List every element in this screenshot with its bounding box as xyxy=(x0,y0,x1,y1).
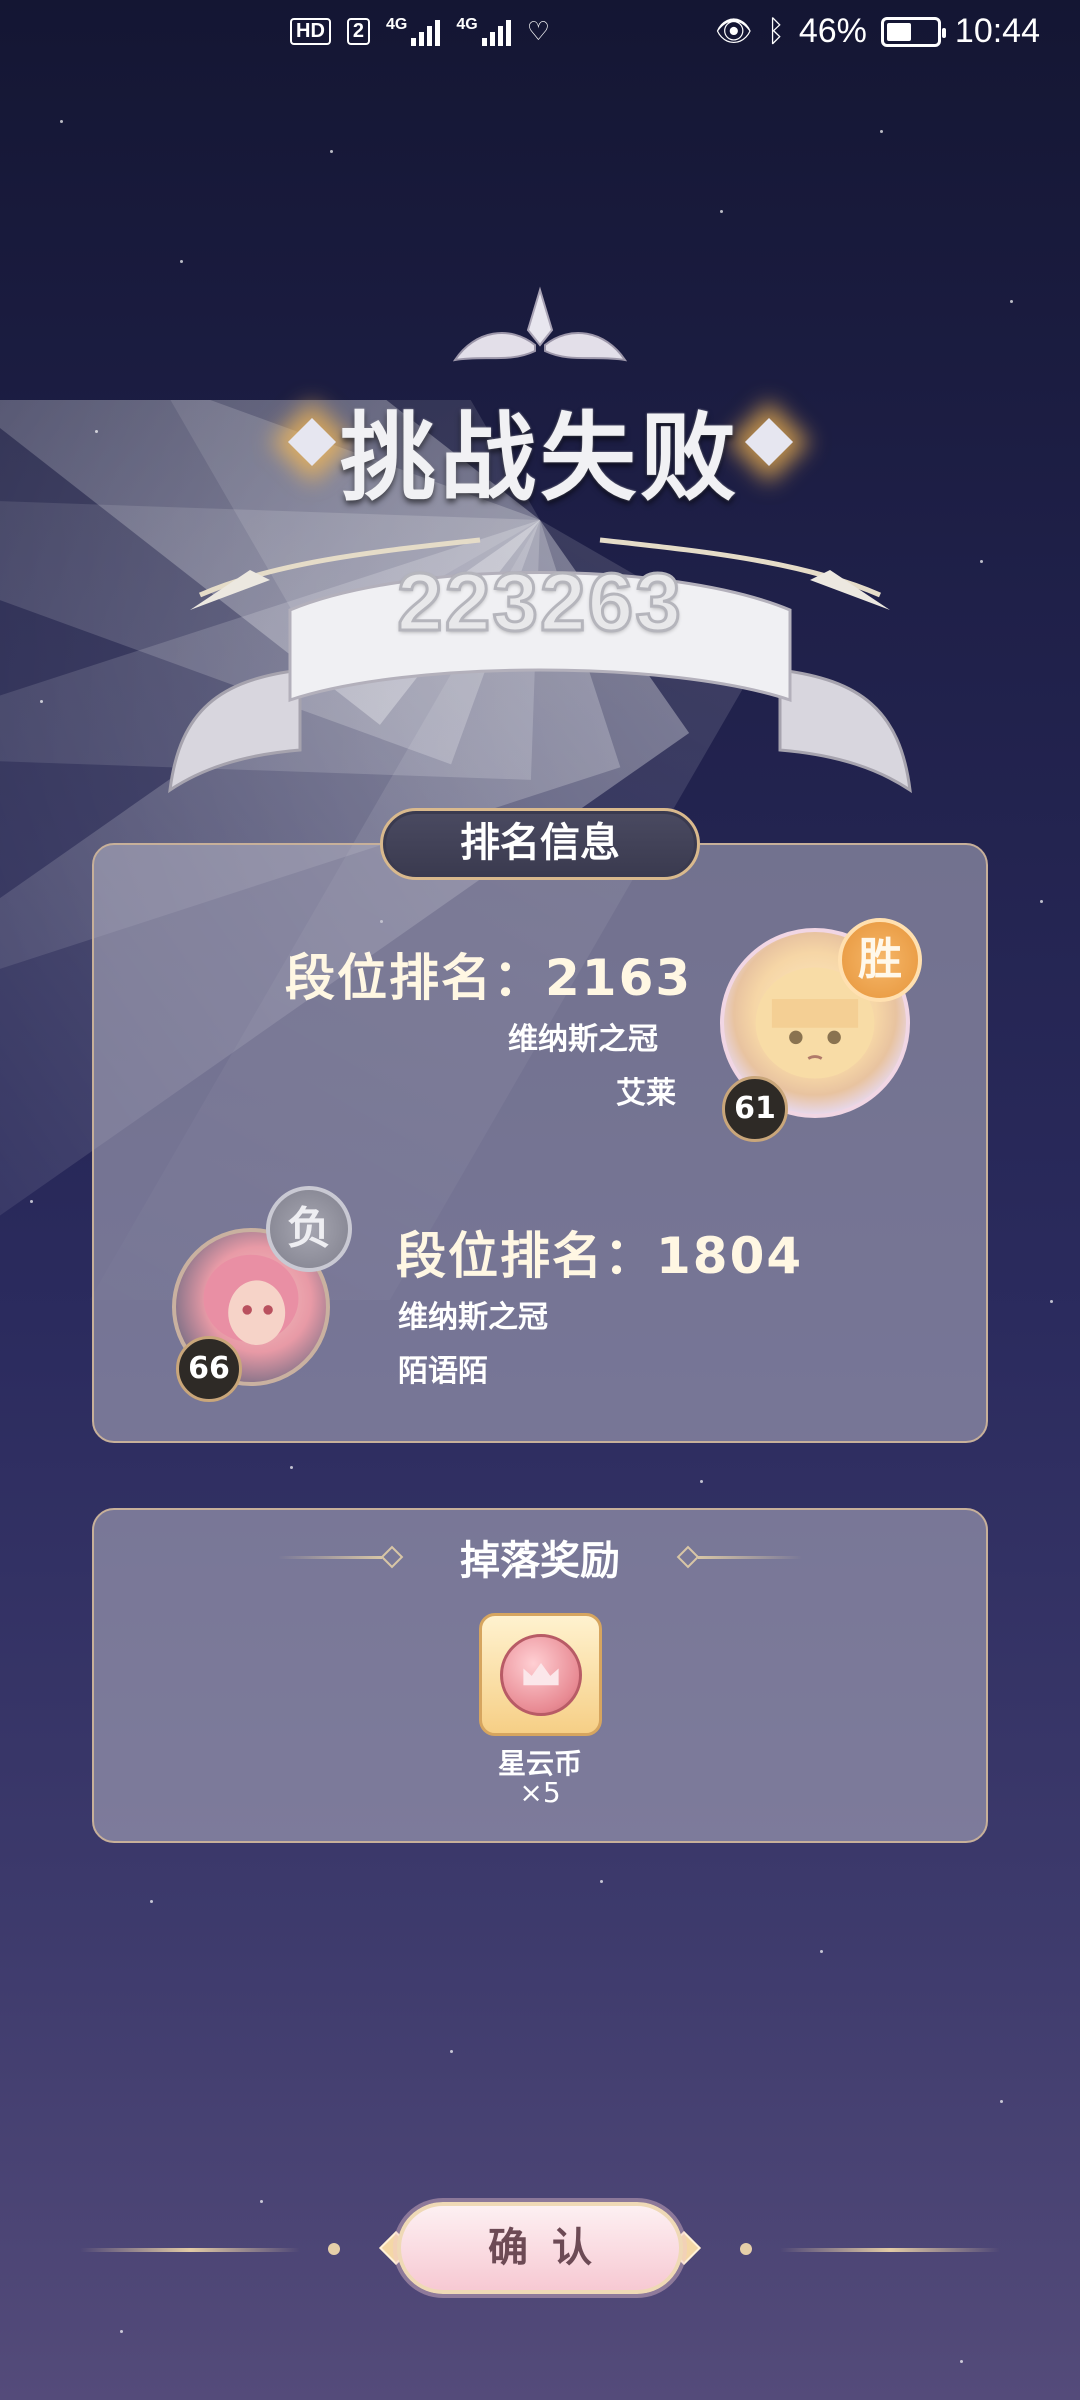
signal-strength-icon xyxy=(411,18,441,46)
signal-strength-icon xyxy=(481,18,511,46)
rank-info-tab: 排名信息 xyxy=(380,808,700,880)
winner-name: 艾莱 xyxy=(616,1076,676,1111)
score-value: 223263 xyxy=(396,556,683,650)
winner-tier: 维纳斯之冠 xyxy=(508,1022,658,1057)
battery-icon xyxy=(880,16,946,47)
status-bar: HD 2 4G 4G ♡ 👁 ᛒ 46% 10:44 xyxy=(0,0,1080,70)
bluetooth-icon: ᛒ xyxy=(766,14,785,48)
reward-item-slot[interactable] xyxy=(479,1613,602,1736)
health-heart-icon: ♡ xyxy=(526,16,551,46)
confirm-left-ornament xyxy=(80,2248,300,2252)
nebula-coin-icon xyxy=(500,1634,582,1716)
challenger-level-badge: 66 xyxy=(176,1336,242,1402)
hd-indicator: HD xyxy=(290,18,331,45)
reward-title: 掉落奖励 xyxy=(460,1538,620,1584)
confirm-right-dot xyxy=(740,2243,752,2255)
winner-rank: 段位排名：2163 xyxy=(285,949,693,1007)
result-title: 挑战失败 xyxy=(340,402,740,514)
confirm-right-ornament xyxy=(780,2248,1000,2252)
win-seal-badge: 胜 xyxy=(838,918,922,1002)
winner-level-badge: 61 xyxy=(722,1076,788,1142)
clock: 10:44 xyxy=(954,12,1040,50)
lose-seal-badge: 负 xyxy=(266,1186,352,1272)
reward-item-quantity: ×5 xyxy=(519,1776,561,1809)
crest-ornament xyxy=(452,286,628,362)
sim-slot-indicator: 2 xyxy=(346,18,371,45)
challenger-tier: 维纳斯之冠 xyxy=(398,1300,548,1335)
network-type-2: 4G xyxy=(456,15,478,33)
confirm-left-dot xyxy=(328,2243,340,2255)
challenger-name: 陌语陌 xyxy=(398,1354,488,1389)
challenger-rank: 段位排名：1804 xyxy=(396,1227,804,1285)
eye-comfort-icon: 👁 xyxy=(714,15,753,48)
confirm-button[interactable]: 确认 xyxy=(397,2202,683,2294)
network-type-1: 4G xyxy=(386,15,408,33)
battery-percent: 46% xyxy=(798,12,867,50)
